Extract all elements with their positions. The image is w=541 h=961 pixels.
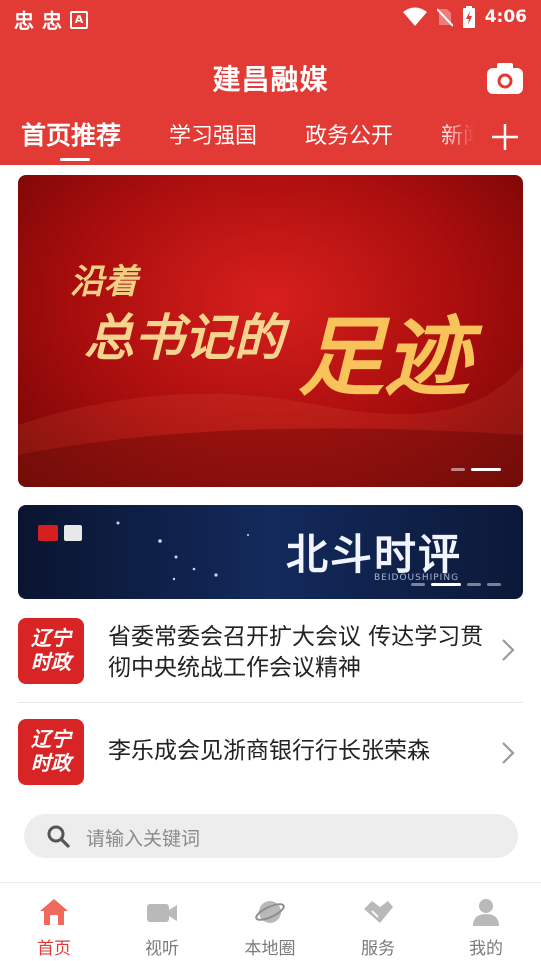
tab-government-affairs[interactable]: 政务公开	[305, 118, 393, 150]
news-icon-text: 辽宁	[31, 727, 71, 751]
nav-label: 服务	[361, 939, 395, 959]
liaoning-politics-icon: 辽宁 时政	[18, 618, 84, 684]
active-tab-indicator	[60, 158, 90, 161]
no-sim-icon	[436, 8, 453, 27]
news-item[interactable]: 辽宁 时政 省委常委会召开扩大会议 传达学习贯彻中央统战工作会议精神	[18, 606, 523, 703]
search-input[interactable]: 请输入关键词	[24, 814, 518, 858]
nav-profile[interactable]: 我的	[432, 883, 540, 961]
chevron-right-icon	[502, 742, 515, 764]
nav-label: 首页	[37, 939, 71, 959]
banner-line2: 总书记的	[84, 308, 290, 367]
status-indicators: 4:06	[402, 6, 527, 28]
app-notification-icon: A	[70, 10, 88, 29]
status-bar: 忠 忠 A 4:06	[0, 0, 541, 36]
hero-banner[interactable]: 沿着 总书记的 足迹	[18, 175, 523, 487]
tab-xuexi-qiangguo[interactable]: 学习强国	[169, 118, 257, 150]
planet-icon	[255, 901, 285, 923]
banner-line3: 足迹	[298, 307, 483, 408]
news-title: 省委常委会召开扩大会议 传达学习贯彻中央统战工作会议精神	[108, 624, 484, 681]
partner-logo	[64, 525, 82, 541]
nav-label: 我的	[469, 939, 503, 959]
camera-icon[interactable]	[487, 62, 523, 94]
beidou-dot	[411, 583, 425, 586]
nav-services[interactable]: 服务	[324, 883, 432, 961]
news-icon-text: 辽宁	[31, 626, 71, 650]
tab-home-recommend[interactable]: 首页推荐	[21, 116, 121, 152]
handshake-icon	[364, 901, 393, 923]
nav-local-circle[interactable]: 本地圈	[216, 883, 324, 961]
banner-dot	[451, 468, 465, 471]
tabs-fade	[440, 118, 490, 162]
search-icon	[47, 825, 70, 848]
news-icon-text: 时政	[31, 751, 71, 775]
home-icon	[40, 899, 68, 925]
news-icon-text: 时政	[31, 650, 71, 674]
battery-charging-icon	[462, 6, 475, 28]
banner-dot-active	[471, 468, 501, 471]
app-title: 建昌融媒	[212, 63, 329, 96]
beidou-dot	[467, 583, 481, 586]
user-icon	[473, 899, 499, 926]
search-placeholder: 请输入关键词	[86, 828, 201, 850]
video-icon	[147, 904, 177, 922]
beidou-dot-active	[431, 583, 461, 586]
nav-label: 视听	[145, 939, 179, 959]
banner-line1: 沿着	[70, 262, 142, 302]
status-notifications: 忠 忠 A	[14, 5, 88, 34]
nav-video[interactable]: 视听	[108, 883, 216, 961]
beidou-dot	[487, 583, 501, 586]
beidou-banner[interactable]: 北斗时评 BEIDOUSHIPING	[18, 505, 523, 599]
news-item[interactable]: 辽宁 时政 李乐成会见浙商银行行长张荣森	[18, 703, 523, 799]
add-channel-icon[interactable]	[486, 118, 524, 156]
status-time: 4:06	[484, 7, 527, 27]
banner-pagination	[451, 468, 501, 471]
notification-glyph: 忠	[42, 9, 62, 33]
beidou-logo	[38, 525, 58, 541]
channel-tabs: 首页推荐 学习强国 政务公开 新闻	[0, 118, 541, 162]
banner-artwork: 沿着 总书记的 足迹	[18, 262, 523, 487]
chevron-right-icon	[502, 639, 515, 661]
nav-label: 本地圈	[244, 939, 296, 959]
nav-home[interactable]: 首页	[0, 883, 108, 961]
beidou-subtitle: BEIDOUSHIPING	[374, 573, 460, 583]
wifi-icon	[402, 7, 427, 26]
beidou-pagination	[411, 583, 501, 586]
notification-glyph: 忠	[14, 9, 34, 33]
news-title: 李乐成会见浙商银行行长张荣森	[108, 738, 430, 764]
liaoning-politics-icon: 辽宁 时政	[18, 719, 84, 785]
bottom-navigation: 首页 视听 本地圈 服务 我的	[0, 882, 541, 961]
